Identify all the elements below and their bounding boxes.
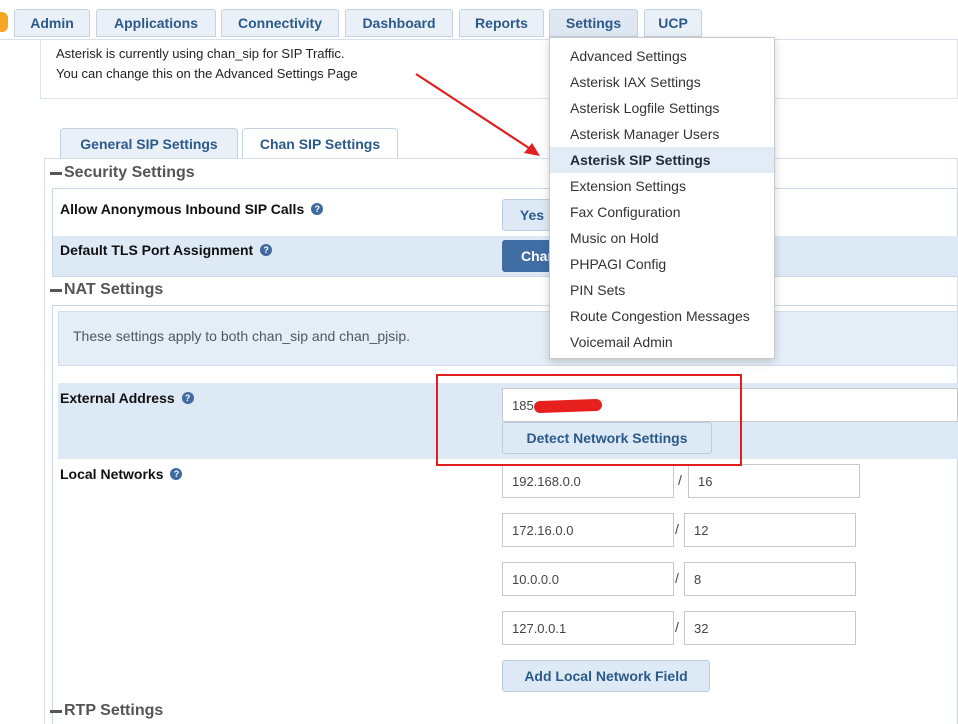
annotation-arrow: [415, 73, 540, 156]
menu-item-advanced-settings[interactable]: Advanced Settings: [550, 43, 774, 69]
menu-item-phpagi-config[interactable]: PHPAGI Config: [550, 251, 774, 277]
annotation-highlight-box: [436, 374, 742, 466]
menu-item-asterisk-logfile-settings[interactable]: Asterisk Logfile Settings: [550, 95, 774, 121]
menu-item-asterisk-manager-users[interactable]: Asterisk Manager Users: [550, 121, 774, 147]
menu-item-route-congestion-messages[interactable]: Route Congestion Messages: [550, 303, 774, 329]
menu-item-asterisk-sip-settings[interactable]: Asterisk SIP Settings: [550, 147, 774, 173]
menu-item-fax-configuration[interactable]: Fax Configuration: [550, 199, 774, 225]
menu-item-voicemail-admin[interactable]: Voicemail Admin: [550, 329, 774, 355]
menu-item-music-on-hold[interactable]: Music on Hold: [550, 225, 774, 251]
menu-item-pin-sets[interactable]: PIN Sets: [550, 277, 774, 303]
menu-item-asterisk-iax-settings[interactable]: Asterisk IAX Settings: [550, 69, 774, 95]
menu-item-extension-settings[interactable]: Extension Settings: [550, 173, 774, 199]
settings-dropdown-menu: Advanced Settings Asterisk IAX Settings …: [549, 37, 775, 359]
